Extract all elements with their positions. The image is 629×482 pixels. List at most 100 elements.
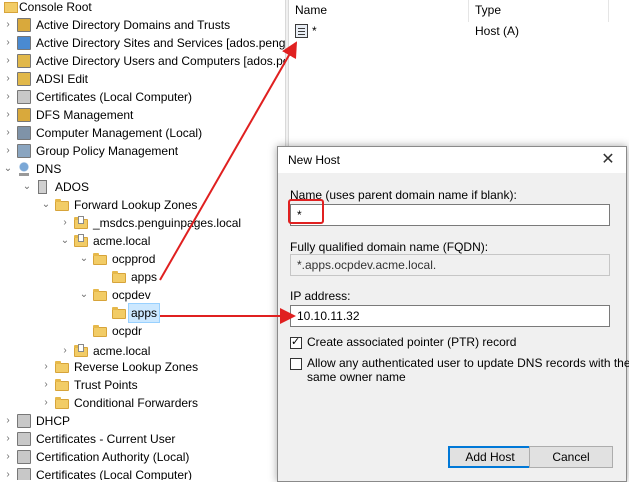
fqdn-label: Fully qualified domain name (FQDN): — [290, 240, 489, 254]
chevron-right-icon[interactable]: › — [41, 358, 51, 376]
tree-item[interactable]: ⌄ ocpdev — [0, 286, 285, 304]
chevron-down-icon[interactable]: ⌄ — [41, 196, 51, 214]
tree-item-label: Certificates - Current User — [36, 432, 176, 446]
host-name-input[interactable] — [290, 204, 610, 226]
fqdn-field — [290, 254, 610, 276]
chevron-right-icon[interactable]: › — [3, 466, 13, 480]
tree-item-label: ADOS — [55, 180, 90, 194]
chevron-right-icon[interactable]: › — [60, 214, 70, 232]
chevron-right-icon[interactable]: › — [3, 70, 13, 88]
name-label: Name (uses parent domain name if blank): — [290, 188, 517, 202]
folder-icon — [55, 360, 69, 374]
folder-icon — [55, 396, 69, 410]
chevron-right-icon[interactable]: › — [3, 430, 13, 448]
chevron-right-icon[interactable]: › — [3, 88, 13, 106]
tree-item[interactable]: › Active Directory Domains and Trusts — [0, 16, 285, 34]
tree-item[interactable]: › DFS Management — [0, 106, 285, 124]
chevron-right-icon[interactable]: › — [3, 412, 13, 430]
tree-item-label: Active Directory Users and Computers [ad… — [36, 54, 285, 68]
tree-item[interactable]: › Certificates (Local Computer) — [0, 88, 285, 106]
chevron-right-icon[interactable]: › — [3, 16, 13, 34]
tree-item-label: Reverse Lookup Zones — [74, 360, 199, 374]
folder-icon — [112, 270, 126, 284]
allow-update-checkbox[interactable] — [290, 358, 302, 370]
tree-item[interactable]: ⌄ ADOS — [0, 178, 285, 196]
chevron-right-icon[interactable]: › — [3, 106, 13, 124]
tree-item[interactable]: ocpdr — [0, 322, 285, 340]
tree-item[interactable]: ⌄ Forward Lookup Zones — [0, 196, 285, 214]
certification-authority-icon — [17, 450, 31, 464]
chevron-down-icon[interactable]: ⌄ — [22, 178, 32, 196]
tree-item[interactable]: apps — [0, 268, 285, 286]
tree-item[interactable]: › Active Directory Sites and Services [ad… — [0, 34, 285, 52]
tree-item[interactable]: › Active Directory Users and Computers [a… — [0, 52, 285, 70]
server-icon — [38, 180, 47, 194]
ad-sites-icon — [17, 36, 31, 50]
tree-item-label: Certification Authority (Local) — [36, 450, 190, 464]
tree-item[interactable]: Console Root — [0, 0, 285, 16]
tree-item[interactable]: › Conditional Forwarders — [0, 394, 285, 412]
tree-item-label: Console Root — [19, 0, 92, 14]
new-host-dialog: New Host ✕ Name (uses parent domain name… — [277, 146, 629, 482]
tree-item-label: Computer Management (Local) — [36, 126, 203, 140]
tree-item[interactable]: › Computer Management (Local) — [0, 124, 285, 142]
tree-item[interactable]: › Trust Points — [0, 376, 285, 394]
chevron-right-icon[interactable]: › — [41, 376, 51, 394]
zone-icon — [74, 216, 88, 230]
chevron-down-icon[interactable]: ⌄ — [60, 232, 70, 250]
tree-item-label: apps — [127, 303, 161, 323]
tree-item[interactable]: › DHCP — [0, 412, 285, 430]
folder-icon — [93, 288, 107, 302]
ip-address-input[interactable] — [290, 305, 610, 327]
tree-item[interactable]: ⌄ acme.local — [0, 232, 285, 250]
chevron-right-icon[interactable]: › — [3, 142, 13, 160]
dialog-titlebar[interactable]: New Host ✕ — [278, 147, 626, 173]
column-header-type[interactable]: Type — [469, 0, 609, 22]
certificates-icon — [17, 432, 31, 446]
tree-item-label: ADSI Edit — [36, 72, 89, 86]
column-header-name[interactable]: Name — [289, 0, 469, 22]
table-row[interactable]: * Host (A) — [289, 22, 629, 40]
tree-item-label: _msdcs.penguinpages.local — [93, 216, 242, 230]
chevron-down-icon[interactable]: ⌄ — [3, 160, 13, 178]
add-host-button[interactable]: Add Host — [448, 446, 532, 468]
chevron-down-icon[interactable]: ⌄ — [79, 286, 89, 304]
chevron-right-icon[interactable]: › — [3, 34, 13, 52]
tree-item[interactable]: › Certificates (Local Computer) — [0, 466, 285, 480]
column-header-extra[interactable] — [609, 0, 629, 22]
chevron-right-icon[interactable]: › — [3, 52, 13, 70]
tree-item[interactable]: ⌄ ocpprod — [0, 250, 285, 268]
folder-icon — [55, 198, 69, 212]
folder-icon — [112, 306, 126, 320]
tree-item[interactable]: › Certification Authority (Local) — [0, 448, 285, 466]
console-root-icon — [4, 2, 18, 13]
tree-item[interactable]: › Certificates - Current User — [0, 430, 285, 448]
host-record-icon — [295, 24, 308, 38]
chevron-right-icon[interactable]: › — [41, 394, 51, 412]
folder-icon — [93, 252, 107, 266]
tree-item[interactable]: › ADSI Edit — [0, 70, 285, 88]
tree-item[interactable]: › Group Policy Management — [0, 142, 285, 160]
dfs-icon — [17, 108, 31, 122]
chevron-down-icon[interactable]: ⌄ — [79, 250, 89, 268]
tree-item-label: Active Directory Domains and Trusts — [36, 18, 231, 32]
chevron-right-icon[interactable]: › — [3, 124, 13, 142]
zone-icon — [74, 234, 88, 248]
ptr-record-checkbox[interactable] — [290, 335, 302, 349]
annotation-name-highlight — [288, 199, 324, 224]
ip-address-label: IP address: — [290, 289, 351, 303]
close-icon[interactable]: ✕ — [598, 150, 618, 170]
tree-item-label: Conditional Forwarders — [74, 396, 199, 410]
tree-item-label: Group Policy Management — [36, 144, 179, 158]
tree-item[interactable]: apps — [0, 303, 285, 323]
tree-item[interactable]: › _msdcs.penguinpages.local — [0, 214, 285, 232]
folder-icon — [93, 324, 107, 338]
group-policy-icon — [17, 144, 31, 158]
cancel-button[interactable]: Cancel — [529, 446, 613, 468]
tree-item[interactable]: › Reverse Lookup Zones — [0, 358, 285, 376]
dhcp-icon — [17, 414, 31, 428]
chevron-right-icon[interactable]: › — [3, 448, 13, 466]
tree-item[interactable]: ⌄ DNS — [0, 160, 285, 178]
tree-item-label: apps — [131, 270, 158, 284]
folder-icon — [55, 378, 69, 392]
